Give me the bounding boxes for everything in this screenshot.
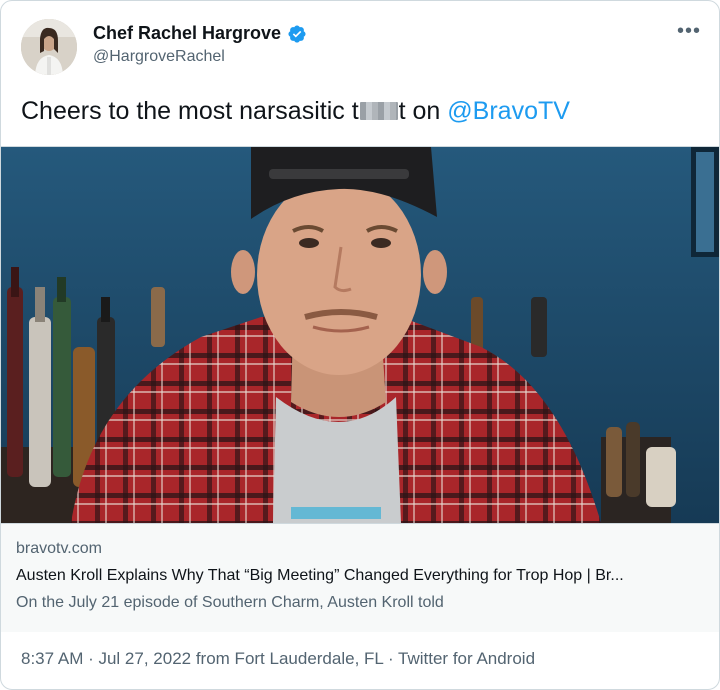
mention-link[interactable]: @BravoTV xyxy=(447,97,570,125)
tweet-timestamp[interactable]: 8:37 AM · Jul 27, 2022 from Fort Lauderd… xyxy=(21,649,535,669)
avatar-image xyxy=(21,19,77,75)
card-image[interactable] xyxy=(1,147,719,523)
card-title: Austen Kroll Explains Why That “Big Meet… xyxy=(16,567,624,584)
tweet-text: Cheers to the most narsasitic t t on @Bra… xyxy=(21,97,570,126)
card-description: On the July 21 episode of Southern Charm… xyxy=(16,594,444,611)
card-domain: bravotv.com xyxy=(16,540,102,557)
tweet-header: Chef Rachel Hargrove @HargroveRachel ••• xyxy=(21,19,703,79)
author-display-name[interactable]: Chef Rachel Hargrove xyxy=(93,23,281,44)
verified-badge-icon xyxy=(288,24,306,43)
censored-word-block xyxy=(359,101,398,120)
tweet-card[interactable]: Chef Rachel Hargrove @HargroveRachel •••… xyxy=(0,0,720,690)
card-photo xyxy=(1,147,719,523)
avatar[interactable] xyxy=(21,19,77,75)
more-options-icon[interactable]: ••• xyxy=(675,21,703,45)
tweet-text-start: Cheers to the most narsasitic t xyxy=(21,97,359,125)
tweet-text-end: t on xyxy=(398,97,441,125)
author-names: Chef Rachel Hargrove @HargroveRachel xyxy=(93,23,307,66)
author-handle[interactable]: @HargroveRachel xyxy=(93,48,307,66)
card-meta[interactable]: bravotv.com Austen Kroll Explains Why Th… xyxy=(1,523,719,632)
link-card[interactable]: bravotv.com Austen Kroll Explains Why Th… xyxy=(1,146,719,632)
